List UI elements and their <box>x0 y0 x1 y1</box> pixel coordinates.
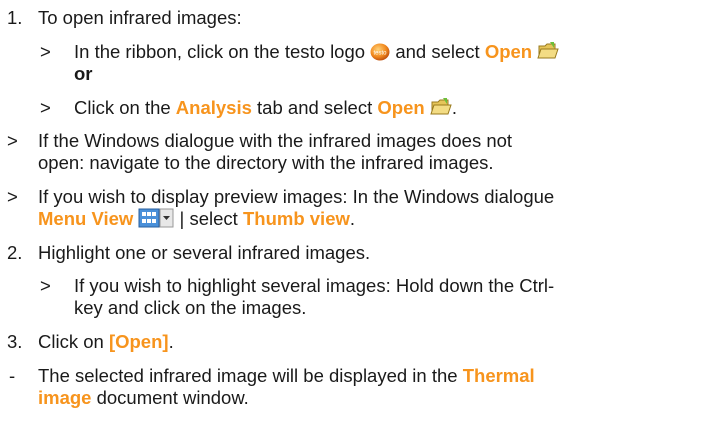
menu-view-icon <box>138 208 174 228</box>
open-folder-icon <box>430 98 452 115</box>
instruction-line: Menu View | select Thumb view. <box>38 208 355 230</box>
instruction-line: Click on [Open]. <box>38 331 174 353</box>
bullet-marker: > <box>40 275 51 296</box>
result-text: document window. <box>96 387 249 408</box>
image-label: image <box>38 387 92 408</box>
period: . <box>451 97 457 118</box>
step-number: 2. <box>7 242 23 263</box>
result-marker: > <box>7 186 18 207</box>
result-marker: - <box>9 365 16 386</box>
thermal-label: Thermal <box>462 365 535 386</box>
open-command-label: Open <box>484 41 533 62</box>
or-label: or <box>74 63 93 84</box>
instruction-text: In the ribbon, click on the testo logo <box>74 41 366 62</box>
instruction-text: key and click on the images. <box>74 297 307 318</box>
instruction-text: Click on the <box>74 97 171 118</box>
thumb-view-label: Thumb view <box>242 208 350 229</box>
instruction-text: | select <box>179 208 238 229</box>
open-button-label: [Open] <box>108 331 169 352</box>
instruction-line: Click on the Analysis tab and select Ope… <box>74 97 457 119</box>
open-command-label: Open <box>377 97 425 118</box>
result-text: The selected infrared image will be disp… <box>38 365 458 386</box>
result-text: If the Windows dialogue with the infrare… <box>38 130 513 151</box>
open-folder-icon <box>537 42 559 59</box>
bullet-marker: > <box>40 41 51 62</box>
result-text: open: navigate to the directory with the… <box>38 152 494 173</box>
instruction-line: In the ribbon, click on the testo logo t… <box>74 41 559 63</box>
instruction-text: tab and select <box>257 97 373 118</box>
period: . <box>168 331 174 352</box>
instruction-text: If you wish to highlight several images:… <box>74 275 555 296</box>
result-line: The selected infrared image will be disp… <box>38 365 535 387</box>
menu-view-label: Menu View <box>38 208 134 229</box>
step-number: 3. <box>7 331 23 352</box>
result-line: image document window. <box>38 387 249 409</box>
result-marker: > <box>7 130 18 151</box>
step-text: To open infrared images: <box>38 7 242 28</box>
step-text: Highlight one or several infrared images… <box>38 242 371 263</box>
step-number: 1. <box>7 7 23 28</box>
period: . <box>349 208 356 229</box>
instruction-text: Click on <box>38 331 104 352</box>
bullet-marker: > <box>40 97 51 118</box>
svg-text:testo: testo <box>374 51 388 57</box>
instruction-text: and select <box>395 41 480 62</box>
analysis-tab-label: Analysis <box>175 97 252 118</box>
testo-logo-icon: testo <box>370 43 390 61</box>
result-text: If you wish to display preview images: I… <box>38 186 555 207</box>
